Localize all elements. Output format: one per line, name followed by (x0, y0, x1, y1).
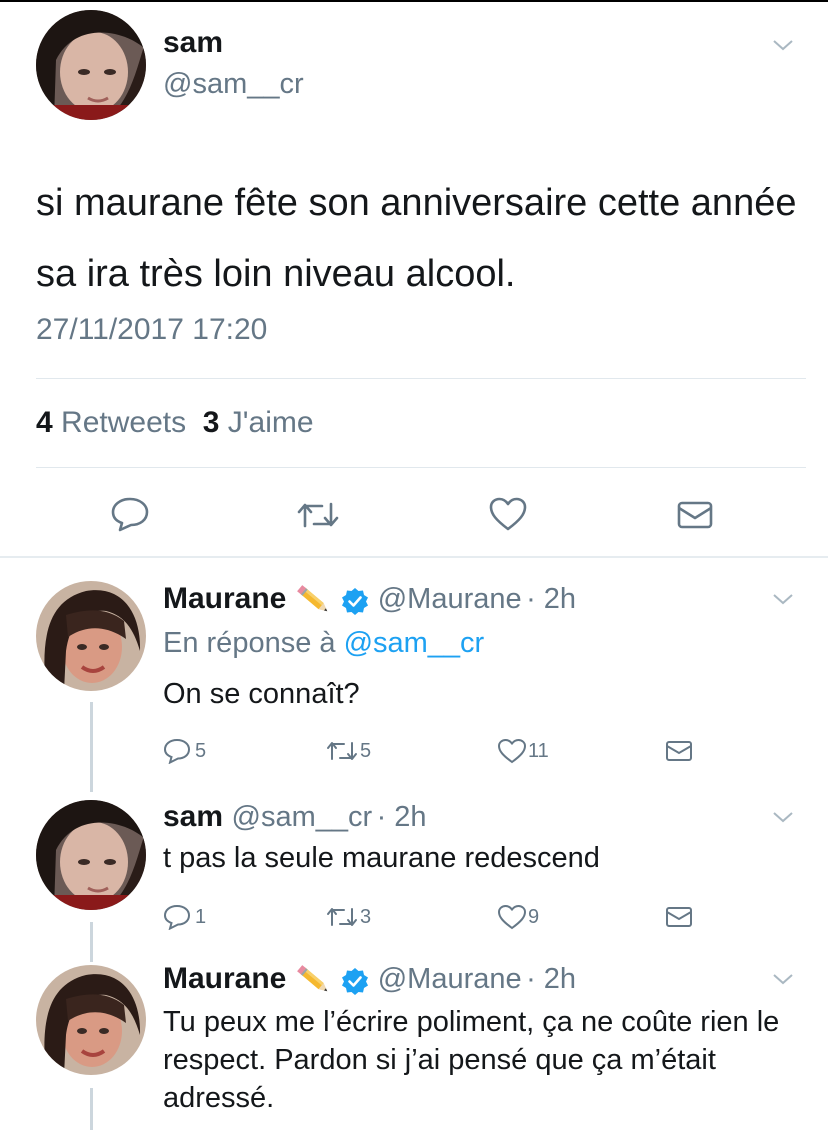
retweet-icon[interactable] (296, 500, 340, 530)
reply-to-link[interactable]: @sam__cr (344, 627, 485, 659)
reply-icon[interactable] (110, 496, 150, 532)
avatar[interactable] (36, 10, 146, 120)
reply-time[interactable]: · 2h (526, 583, 576, 615)
retweets-count[interactable]: 4 (36, 406, 53, 439)
direct-message-icon[interactable] (665, 740, 693, 762)
reply-text: t pas la seule maurane redescend (163, 842, 600, 874)
like-count: 9 (528, 906, 540, 928)
reply-header: Maurane @Maurane · 2h (163, 962, 576, 999)
reply-author-name[interactable]: sam (163, 800, 223, 833)
author-handle[interactable]: @sam__cr (163, 68, 304, 101)
chevron-down-icon[interactable] (772, 972, 794, 986)
divider (36, 467, 806, 468)
reply-author-handle[interactable]: @sam__cr (232, 801, 373, 833)
heart-icon[interactable] (488, 496, 528, 532)
reply-time[interactable]: · 2h (526, 963, 576, 995)
reply-author-name[interactable]: Maurane (163, 582, 286, 615)
reply-header: Maurane @Maurane · 2h (163, 582, 576, 619)
reply-author-handle[interactable]: @Maurane (378, 963, 522, 995)
verified-badge-icon (342, 967, 369, 995)
thread-line (90, 702, 93, 792)
retweet-icon[interactable] (326, 740, 358, 762)
heart-icon[interactable] (497, 738, 527, 764)
direct-message-icon[interactable] (676, 500, 714, 530)
retweet-count: 5 (360, 740, 372, 762)
likes-count[interactable]: 3 (203, 406, 220, 439)
top-border (0, 0, 828, 2)
author-name[interactable]: sam (163, 26, 223, 60)
avatar[interactable] (36, 581, 146, 691)
like-count: 11 (528, 740, 549, 762)
likes-label[interactable]: J'aime (228, 406, 314, 439)
chevron-down-icon[interactable] (772, 592, 794, 606)
avatar[interactable] (36, 800, 146, 910)
reply-time[interactable]: · 2h (377, 801, 427, 833)
chevron-down-icon[interactable] (772, 38, 794, 52)
reply-context: En réponse à @sam__cr (163, 627, 484, 660)
reply-count: 5 (195, 740, 207, 762)
reply-author-name[interactable]: Maurane (163, 962, 286, 995)
pencil-icon (296, 584, 328, 612)
avatar[interactable] (36, 965, 146, 1075)
reply-to-label: En réponse à (163, 627, 336, 659)
reply-text: Tu peux me l’écrire poliment, ça ne coût… (163, 1006, 780, 1114)
thread-line (90, 1088, 93, 1130)
pencil-icon (296, 964, 328, 992)
thread-line (90, 922, 93, 962)
tweet-text: si maurane fête son anniversaire cette a… (36, 182, 797, 295)
reply-icon[interactable] (163, 904, 191, 930)
direct-message-icon[interactable] (665, 906, 693, 928)
retweet-icon[interactable] (326, 906, 358, 928)
reply-header: sam @sam__cr · 2h (163, 800, 427, 834)
reply-text: On se connaît? (163, 678, 360, 710)
retweets-label[interactable]: Retweets (61, 406, 186, 439)
reply-author-handle[interactable]: @Maurane (378, 583, 522, 615)
tweet-stats: 4 Retweets 3 J'aime (36, 406, 314, 440)
verified-badge-icon (342, 587, 369, 615)
reply-icon[interactable] (163, 738, 191, 764)
section-divider (0, 556, 828, 558)
retweet-count: 3 (360, 906, 372, 928)
reply-count: 1 (195, 906, 207, 928)
tweet-timestamp[interactable]: 27/11/2017 17:20 (36, 313, 267, 347)
chevron-down-icon[interactable] (772, 810, 794, 824)
heart-icon[interactable] (497, 904, 527, 930)
divider (36, 378, 806, 379)
